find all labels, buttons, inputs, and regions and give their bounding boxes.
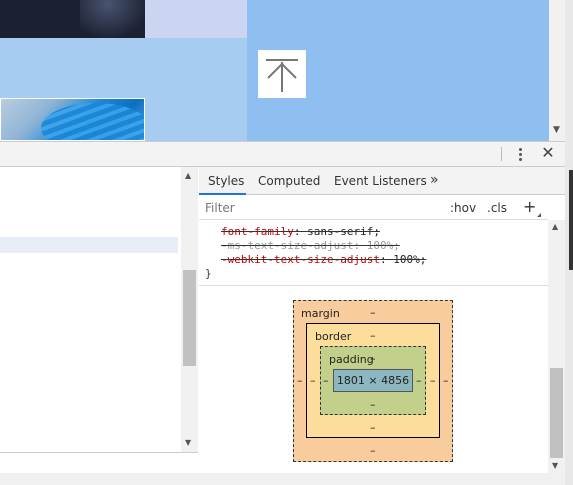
margin-bottom-value[interactable]: – <box>370 444 376 457</box>
scroll-down-arrow-icon[interactable]: ▼ <box>553 125 560 135</box>
tab-computed[interactable]: Computed <box>258 174 320 188</box>
padding-left-value[interactable]: – <box>323 374 329 387</box>
css-property-name: -webkit-text-size-adjust <box>221 253 380 266</box>
scroll-down-arrow-icon[interactable]: ▼ <box>185 438 191 447</box>
border-left-value[interactable]: – <box>310 374 316 387</box>
lavender-block <box>145 0 247 38</box>
box-model-content-size[interactable]: 1801 × 4856 <box>333 369 413 392</box>
padding-top-value[interactable]: – <box>370 352 376 365</box>
scroll-up-arrow-icon[interactable]: ▲ <box>552 222 558 231</box>
close-devtools-button[interactable]: ✕ <box>539 143 557 163</box>
hero-photo-dark <box>0 0 150 40</box>
css-property-name: -ms-text-size-adjust <box>221 239 354 252</box>
toolbar-divider <box>501 147 502 161</box>
devtools-toolbar <box>0 141 565 167</box>
margin-right-value[interactable]: – <box>443 374 449 387</box>
scroll-to-top-button[interactable] <box>258 50 306 98</box>
scroll-up-arrow-icon[interactable]: ▲ <box>185 171 191 180</box>
border-top-value[interactable]: – <box>370 329 376 342</box>
border-bottom-value[interactable]: – <box>370 421 376 434</box>
window-bottom-edge <box>0 473 573 485</box>
border-right-value[interactable]: – <box>430 374 436 387</box>
css-declaration[interactable]: -ms-text-size-adjust: 100%; <box>221 239 400 252</box>
styles-scrollbar-thumb[interactable] <box>550 368 563 458</box>
arrow-up-bar-icon <box>266 59 298 92</box>
padding-right-value[interactable]: – <box>416 374 422 387</box>
new-style-rule-button[interactable]: + <box>523 197 536 216</box>
css-property-value: 100%; <box>393 253 427 266</box>
css-property-value: sans-serif; <box>307 225 380 238</box>
more-options-kebab-icon[interactable] <box>512 145 528 163</box>
filter-divider <box>199 219 548 220</box>
window-resize-handle[interactable] <box>569 170 573 270</box>
border-label: border <box>315 330 352 343</box>
margin-label: margin <box>301 307 340 320</box>
rule-closing-brace: } <box>205 267 212 280</box>
rule-divider <box>199 285 548 286</box>
css-declaration[interactable]: -webkit-text-size-adjust: 100%; <box>221 253 426 266</box>
active-tab-indicator <box>199 193 246 195</box>
margin-left-value[interactable]: – <box>297 374 303 387</box>
margin-top-value[interactable]: – <box>370 306 376 319</box>
scroll-down-arrow-icon[interactable]: ▼ <box>552 461 558 470</box>
css-property-name: font-family <box>221 225 294 238</box>
new-rule-menu-corner-icon[interactable] <box>537 213 541 217</box>
styles-filter-input[interactable] <box>205 201 435 215</box>
tab-styles[interactable]: Styles <box>208 174 244 188</box>
elements-scrollbar-thumb[interactable] <box>183 270 196 366</box>
padding-label: padding <box>329 353 374 366</box>
css-declaration[interactable]: font-family: sans-serif; <box>221 225 380 238</box>
thumbnail-photo-blue[interactable] <box>0 98 145 141</box>
page-vertical-scrollbar[interactable]: ▼ <box>549 0 565 141</box>
css-property-value: 100%; <box>366 239 400 252</box>
selected-node-row[interactable] <box>0 237 178 253</box>
class-toggle[interactable]: .cls <box>487 201 507 215</box>
tab-event-listeners[interactable]: Event Listeners <box>334 174 427 188</box>
more-tabs-chevron-icon[interactable]: » <box>430 172 439 188</box>
breadcrumb-bar <box>0 452 198 473</box>
padding-bottom-value[interactable]: – <box>370 398 376 411</box>
elements-tree-pane[interactable] <box>0 167 198 453</box>
hover-state-toggle[interactable]: :hov <box>450 201 476 215</box>
